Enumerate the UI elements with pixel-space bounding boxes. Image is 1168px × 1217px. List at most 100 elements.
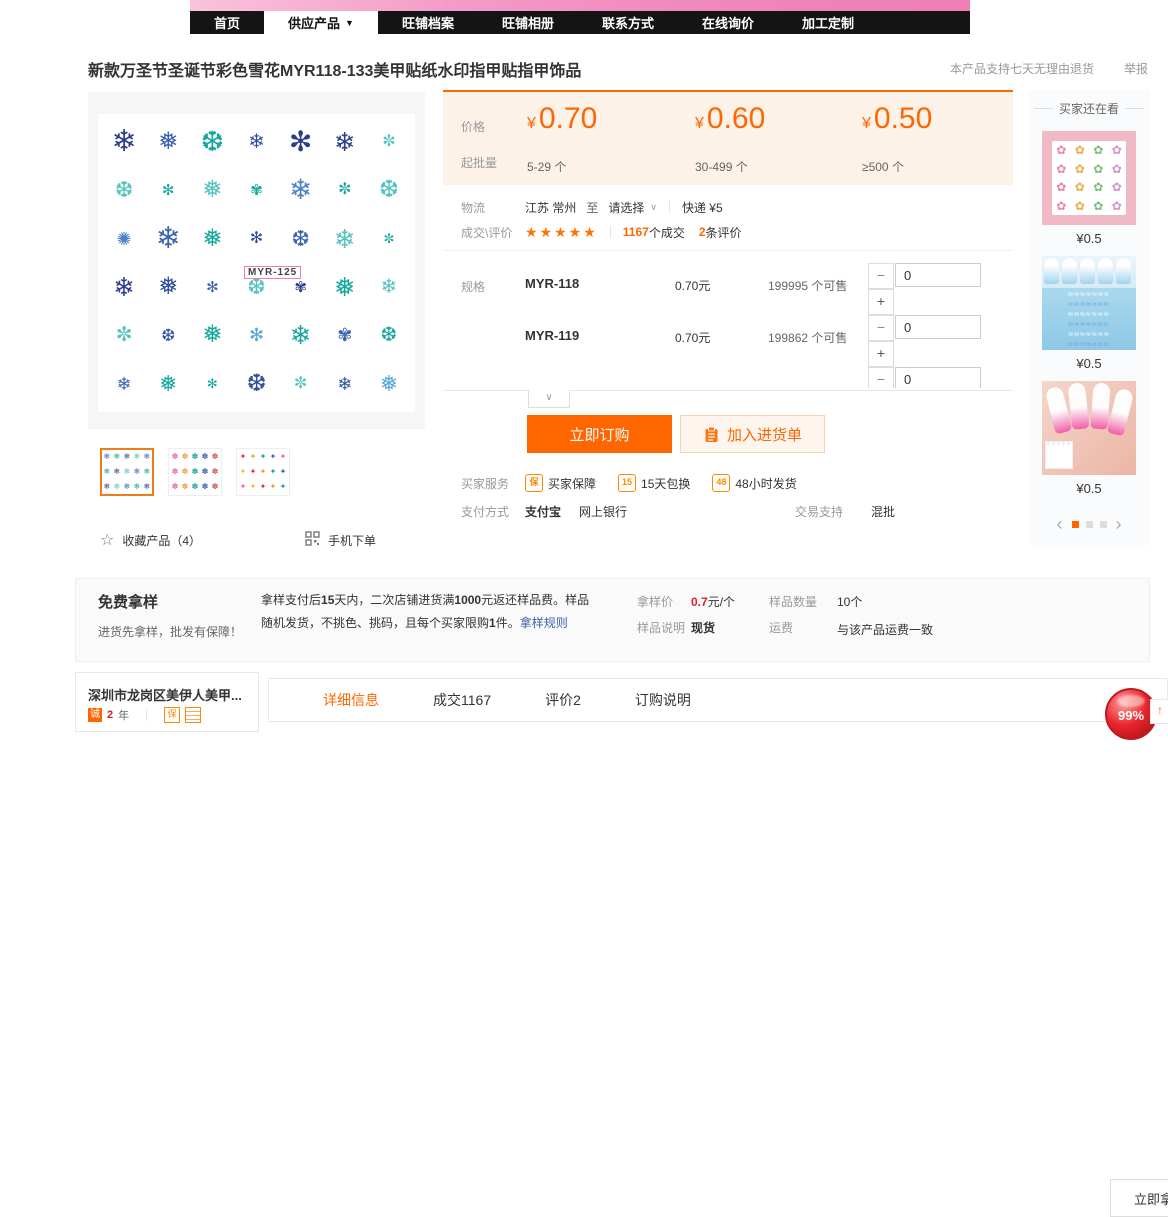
price-value: 0.60 (707, 102, 765, 135)
nav-item-0[interactable]: 首页 (190, 11, 264, 34)
tab-0[interactable]: 详细信息 (323, 690, 379, 710)
service-label: 48小时发货 (735, 475, 796, 492)
service-badge-icon: 48 (712, 474, 730, 492)
reviews-count[interactable]: 2 (699, 225, 706, 239)
snowflake-glyph: ✼ (383, 232, 394, 245)
back-to-top-button[interactable]: ↑ (1150, 699, 1168, 724)
nail-tip (1098, 258, 1113, 284)
product-thumbnail-image[interactable]: ⁘⁘⁘⁘⁘⁘⁘⁘⁘⁘⁘⁘ (1042, 381, 1136, 475)
quantity-minus-button[interactable]: − (868, 367, 894, 388)
seller-name[interactable]: 深圳市龙岗区美伊人美甲... (88, 685, 242, 704)
pager-next-icon[interactable]: › (1116, 517, 1122, 531)
add-to-cart-label: 加入进货单 (727, 424, 802, 445)
sample-text: 1 (489, 616, 496, 630)
snowflake-glyph: ❄ (112, 127, 137, 157)
quantity-input[interactable] (895, 315, 981, 339)
tab-3[interactable]: 订购说明 (635, 690, 691, 710)
pager-dot-1[interactable] (1086, 521, 1093, 528)
pattern-glyph: ✽ (182, 453, 189, 461)
flower-glyph: ✿ (1075, 200, 1085, 212)
nav-item-2[interactable]: 旺铺档案 (378, 11, 478, 34)
quantity-input[interactable] (895, 263, 981, 287)
nail-shape (1068, 382, 1090, 430)
thumbnail-0[interactable]: ❄❄❄❄❄❄❄❄❄❄❄❄❄❄❄ (100, 448, 154, 496)
trade-support-label: 交易支持 (795, 503, 843, 520)
snowflake-glyph: ✻ (206, 280, 219, 295)
sample-rules-link[interactable]: 拿样规则 (520, 616, 568, 630)
flower-glyph: ✿ (1112, 144, 1122, 156)
thumbnail-1[interactable]: ✽✽✽✽✽✽✽✽✽✽✽✽✽✽✽ (168, 448, 222, 496)
deals-count[interactable]: 1167 (623, 225, 649, 239)
pattern-glyph: ❄ (134, 453, 141, 461)
tab-1[interactable]: 成交1167 (433, 690, 491, 710)
pattern-glyph: ✽ (192, 468, 199, 476)
qr-code-icon (305, 531, 320, 549)
reviews-suffix: 条评价 (706, 224, 742, 241)
service-item-0: 保买家保障 (525, 474, 596, 492)
destination-select[interactable]: 请选择 (608, 199, 644, 216)
snowflake-glyph: ❅ (380, 373, 398, 395)
order-now-button[interactable]: 立即订购 (527, 415, 672, 453)
deals-suffix: 个成交 (649, 224, 685, 241)
sample-qty-label: 样品数量 (769, 593, 817, 610)
pattern-glyph: ✦ (280, 453, 287, 461)
favorite-star-icon[interactable]: ☆ (100, 530, 114, 550)
pattern-glyph: ✽ (212, 483, 219, 491)
pattern-glyph: ❄ (144, 483, 151, 491)
flower-glyph: ✿ (1075, 181, 1085, 193)
quantity-minus-button[interactable]: − (868, 315, 894, 341)
pager-prev-icon[interactable]: ‹ (1057, 517, 1063, 531)
snowflake-glyph: ✼ (338, 182, 351, 198)
chevron-down-icon[interactable]: ∨ (650, 202, 657, 213)
pattern-glyph: ❄ (144, 453, 151, 461)
nav-item-5[interactable]: 在线询价 (678, 11, 778, 34)
nail-tips-row (1044, 258, 1131, 284)
sku-name: MYR-118 (525, 276, 579, 291)
tab-2[interactable]: 评价2 (545, 690, 581, 710)
payment-label: 支付方式 (461, 503, 525, 520)
promo-banner (190, 0, 970, 11)
nav-item-4[interactable]: 联系方式 (578, 11, 678, 34)
product-main-image[interactable]: ❄❅❆❄✻❄✼❆✻❅✾❄✼❆✺❄❅✻❆❄✼❄❅✻❆✾❅❄✼❆❅✻❄✾❆❄❅✻❆✼… (88, 92, 425, 429)
quantity-input[interactable] (895, 367, 981, 388)
pattern-glyph: ✦ (240, 483, 247, 491)
product-thumbnail-image[interactable]: ≈≈≈≈≈≈≈≈≈≈≈≈≈≈≈≈≈≈≈≈≈≈≈≈≈≈≈≈≈≈≈≈≈≈≈≈≈≈≈≈… (1042, 256, 1136, 350)
snowflake-glyph: ❄ (248, 132, 265, 152)
favorite-label[interactable]: 收藏产品（4） (122, 532, 201, 549)
payment-method-0[interactable]: 支付宝 (525, 503, 561, 520)
add-to-cart-button[interactable]: 加入进货单 (680, 415, 825, 453)
snowflake-glyph: ✾ (250, 183, 263, 198)
nav-item-3[interactable]: 旺铺相册 (478, 11, 578, 34)
thumbnail-2[interactable]: ✦✦✦✦✦✦✦✦✦✦✦✦✦✦✦ (236, 448, 290, 496)
payment-method-1[interactable]: 网上银行 (579, 503, 627, 520)
pattern-glyph: ✦ (280, 483, 287, 491)
pager-dot-2[interactable] (1100, 521, 1107, 528)
snowflake-glyph: ❆ (247, 276, 265, 298)
pattern-glyph: ✽ (172, 468, 179, 476)
mobile-order-label[interactable]: 手机下单 (328, 532, 376, 549)
quantity-minus-button[interactable]: − (868, 263, 894, 289)
nav-item-1[interactable]: 供应产品▼ (264, 11, 378, 34)
currency-symbol: ¥ (695, 115, 704, 132)
sku-expand-button[interactable]: ∨ (528, 390, 570, 408)
detail-tabs: 详细信息 成交1167 评价2 订购说明 (268, 678, 1168, 722)
product-thumbnail-image[interactable]: ✿✿✿✿✿✿✿✿✿✿✿✿✿✿✿✿ (1042, 131, 1136, 225)
pattern-glyph: ❄ (134, 483, 141, 491)
divider (669, 201, 670, 213)
get-sample-button[interactable]: 立即拿样 (1110, 1179, 1168, 1217)
price-panel: 价格 起批量 ¥0.705-29 个¥0.6030-499 个¥0.50≥500… (443, 90, 1013, 185)
pattern-glyph: ✽ (202, 453, 209, 461)
currency-symbol: ¥ (862, 115, 871, 132)
sample-price-label: 拿样价 (637, 593, 673, 610)
sample-text: 15 (321, 593, 334, 607)
pager-dot-0[interactable] (1072, 521, 1079, 528)
sample-text: 拿样支付后 (261, 593, 321, 607)
nav-item-6[interactable]: 加工定制 (778, 11, 878, 34)
seller-badges: 诚 2 年 保 (88, 707, 201, 723)
wave-line: ≈≈≈≈≈≈≈ (1042, 320, 1136, 329)
pattern-glyph: ✽ (212, 468, 219, 476)
price-value: 0.70 (539, 102, 597, 135)
snowflake-glyph: ✻ (249, 326, 264, 344)
report-link[interactable]: 举报 (1124, 60, 1148, 77)
nail-tip (1044, 258, 1059, 284)
